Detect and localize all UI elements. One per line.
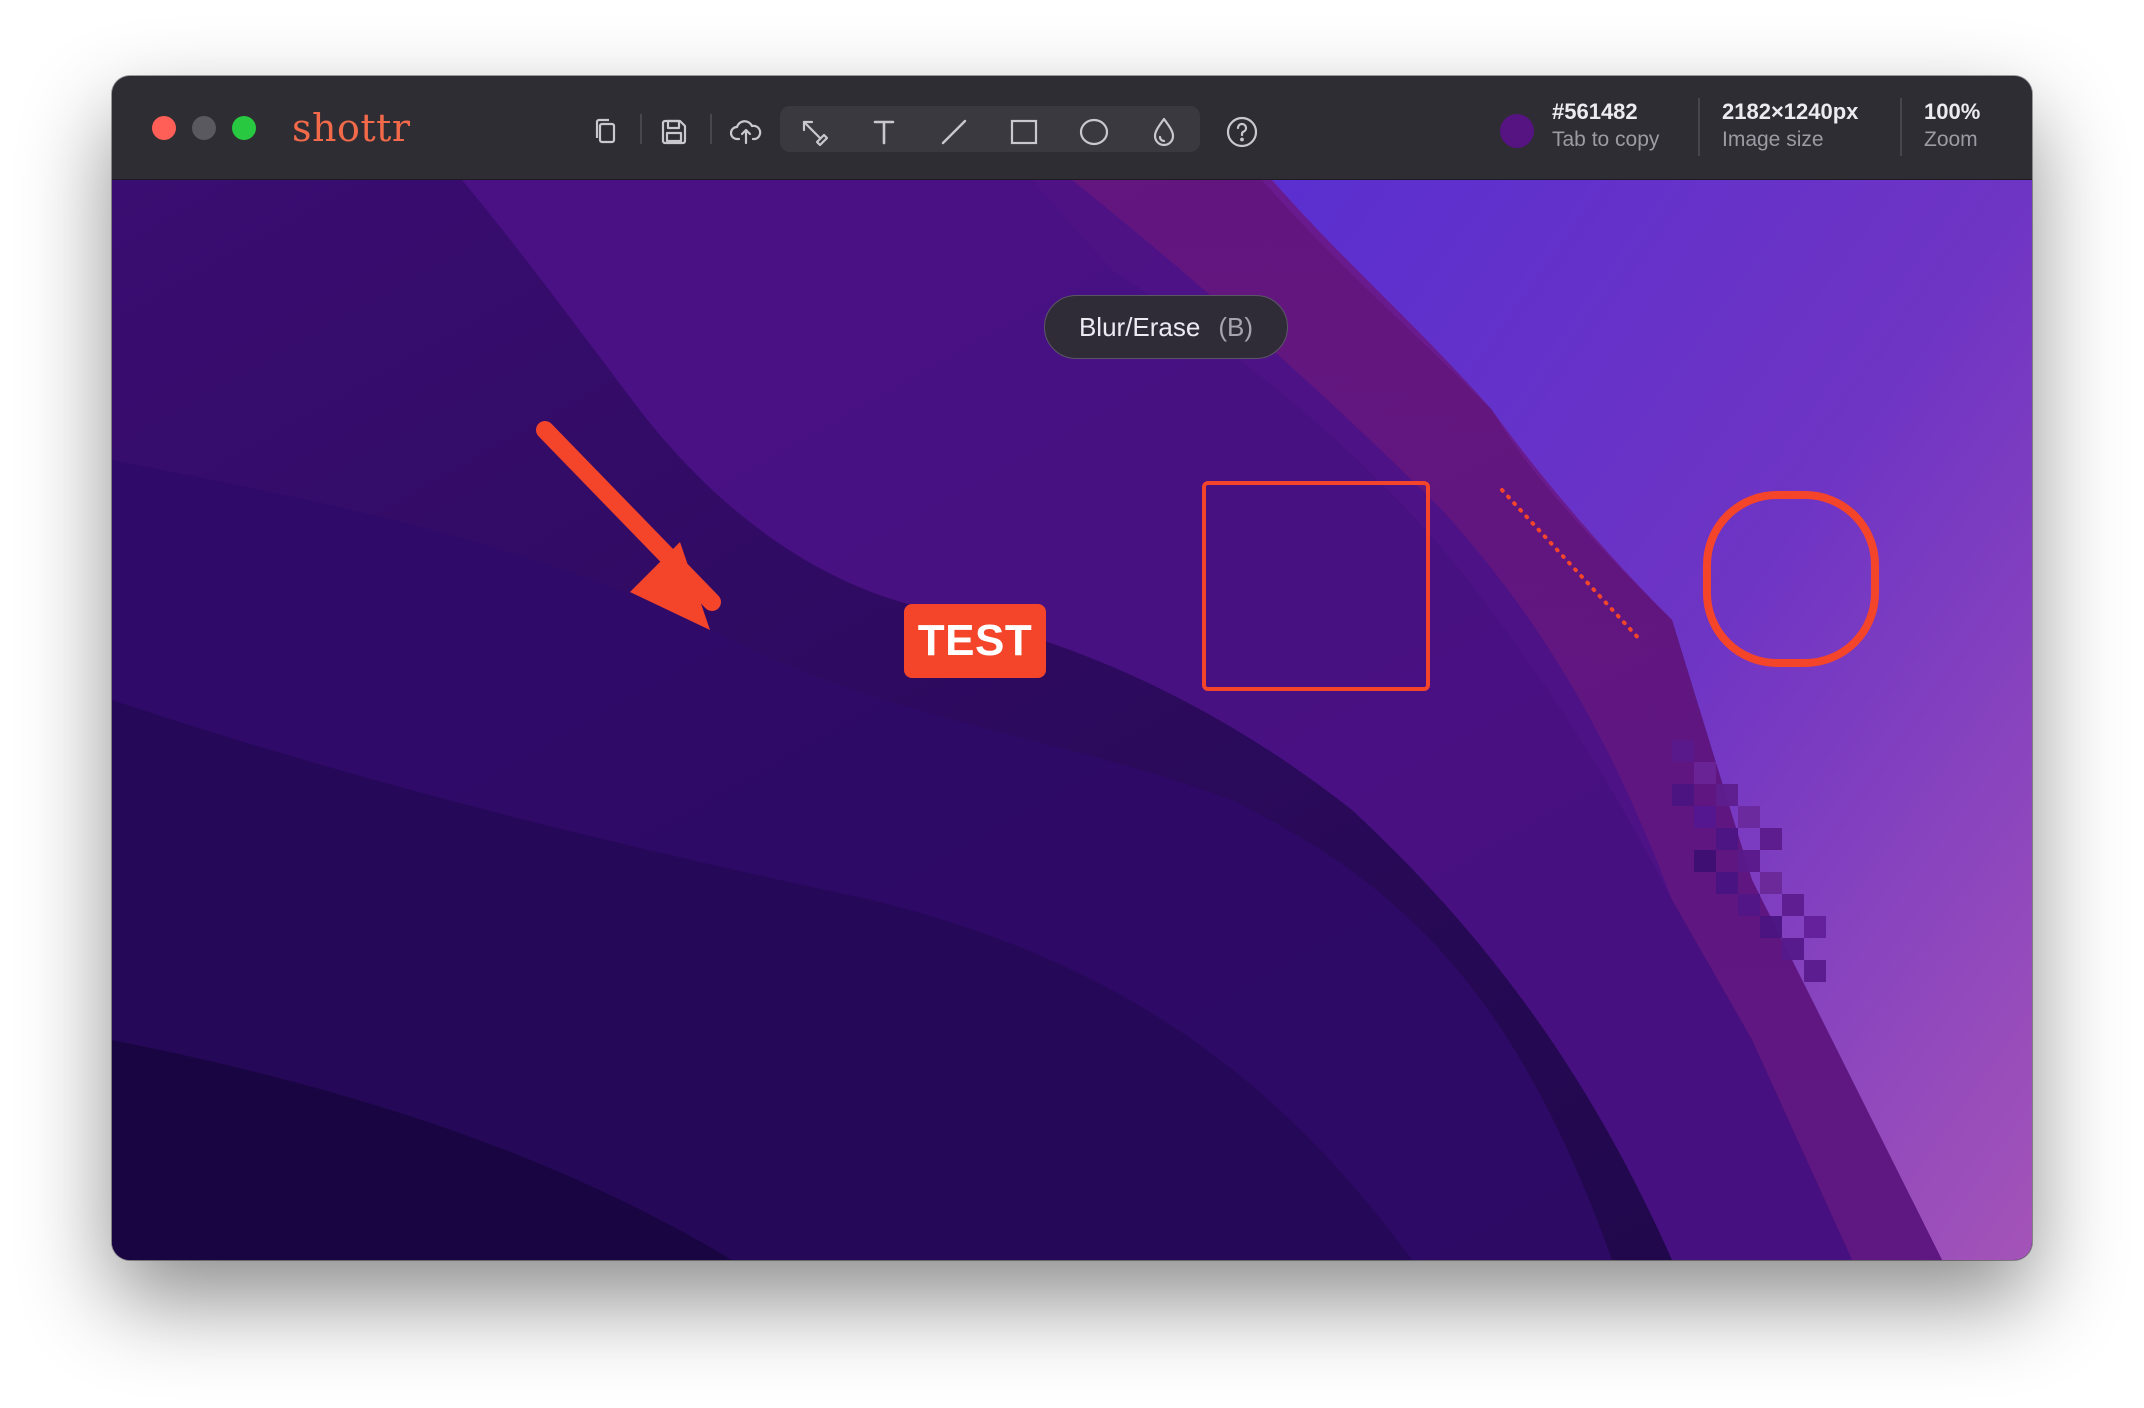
- text-annotation[interactable]: TEST: [904, 604, 1046, 678]
- upload-button[interactable]: [722, 108, 770, 156]
- zoom-info[interactable]: 100% Zoom: [1924, 98, 1980, 158]
- tooltip-shortcut: (B): [1218, 311, 1254, 342]
- arrow-tool-button[interactable]: [790, 108, 838, 156]
- copy-icon: [595, 118, 616, 144]
- zoom-value: 100%: [1924, 99, 1981, 124]
- image-size-label: Image size: [1722, 128, 1824, 151]
- zoom-label: Zoom: [1924, 128, 1978, 151]
- color-copy-hint: Tab to copy: [1552, 128, 1660, 151]
- rectangle-tool-button[interactable]: [1000, 108, 1048, 156]
- help-button[interactable]: [1218, 108, 1266, 156]
- arrow-pen-icon: [802, 120, 829, 147]
- text-icon: [873, 120, 895, 145]
- save-button[interactable]: [650, 108, 698, 156]
- tooltip-label: Blur/Erase: [1078, 311, 1201, 342]
- help-icon: [1226, 116, 1258, 148]
- image-size-info: 2182×1240px Image size: [1722, 98, 1858, 158]
- line-tool-button[interactable]: [930, 108, 978, 156]
- blur-erase-icon: [1153, 117, 1175, 147]
- blur-erase-tooltip: Blur/Erase (B): [1044, 295, 1288, 359]
- text-tool-button[interactable]: [860, 108, 908, 156]
- info-divider: [1900, 98, 1902, 156]
- color-hex-value: #561482: [1552, 99, 1638, 124]
- picked-color-swatch[interactable]: [1500, 114, 1534, 148]
- toolbar: shottr #561482 Tab to copy 2182×1240px I…: [112, 76, 2032, 180]
- line-icon: [941, 119, 967, 145]
- minimize-window-button[interactable]: [192, 116, 216, 140]
- rectangle-icon: [1010, 119, 1038, 145]
- annotation-tool-group: [780, 106, 1200, 152]
- blur-erase-tool-button[interactable]: [1140, 108, 1188, 156]
- copy-button[interactable]: [582, 108, 630, 156]
- rectangle-annotation[interactable]: [1202, 481, 1430, 691]
- maximize-window-button[interactable]: [232, 116, 256, 140]
- toolbar-divider: [710, 114, 712, 144]
- ellipse-annotation[interactable]: [1703, 491, 1879, 667]
- save-icon: [661, 119, 687, 145]
- toolbar-divider: [640, 114, 642, 144]
- app-logo: shottr: [292, 106, 411, 150]
- shottr-window: shottr #561482 Tab to copy 2182×1240px I…: [112, 76, 2032, 1260]
- info-divider: [1698, 98, 1700, 156]
- image-size-value: 2182×1240px: [1722, 99, 1859, 124]
- close-window-button[interactable]: [152, 116, 176, 140]
- ellipse-tool-button[interactable]: [1070, 108, 1118, 156]
- screenshot-canvas[interactable]: Blur/Erase (B) TEST: [112, 180, 2032, 1260]
- cloud-upload-icon: [729, 120, 762, 145]
- circle-icon: [1079, 118, 1109, 146]
- color-info[interactable]: #561482 Tab to copy: [1552, 98, 1659, 158]
